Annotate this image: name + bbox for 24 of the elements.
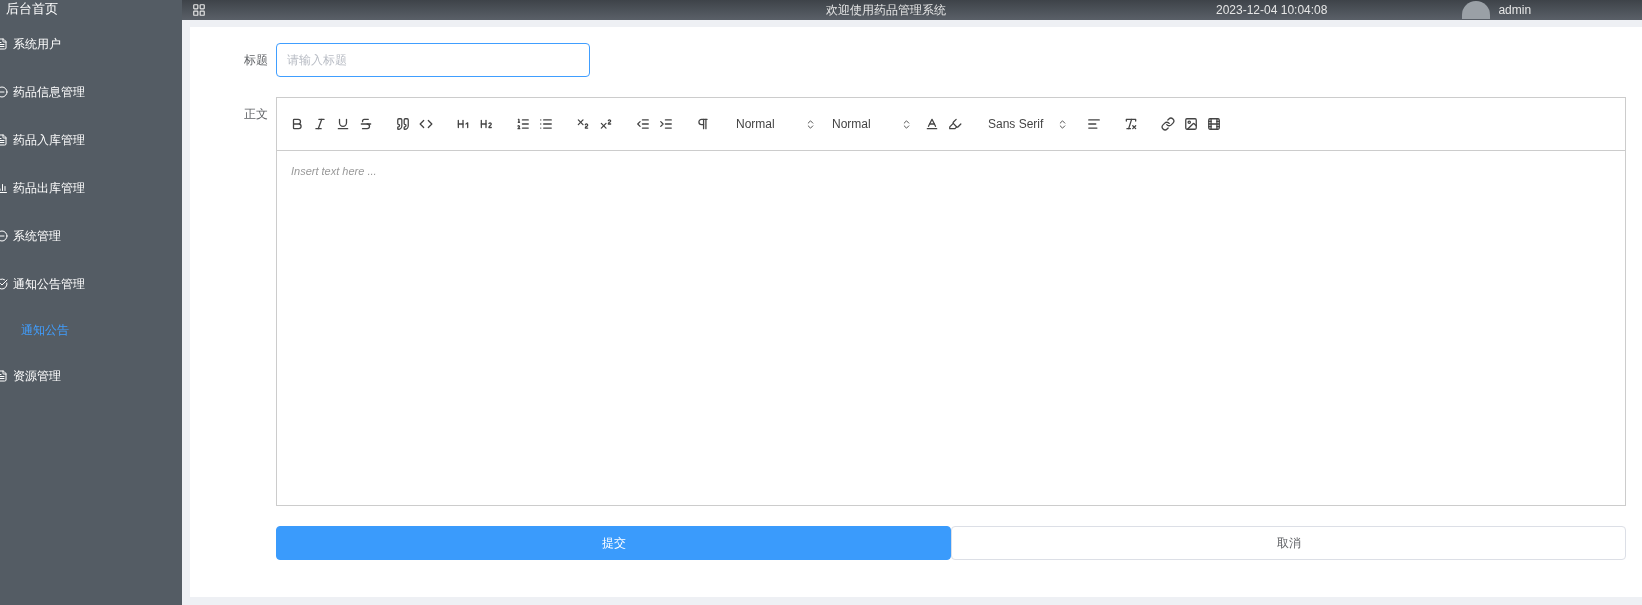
format-picker[interactable]: Normal [728,112,824,136]
welcome-text: 欢迎使用药品管理系统 [826,1,946,19]
title-input[interactable]: 请输入标题 [276,43,590,77]
chevrons-icon [901,118,912,130]
format-picker[interactable]: Normal [824,112,920,136]
sidebar-item[interactable]: 资源管理 [0,352,182,400]
sidebar-item[interactable]: 系统管理 [0,212,182,260]
date-time: 2023-12-04 10:04:08 [1216,3,1328,17]
chevrons-icon [1057,118,1068,130]
sidebar-item[interactable]: 药品入库管理 [0,116,182,164]
sidebar-item[interactable]: 药品信息管理 [0,68,182,116]
sidebar-item[interactable]: 系统用户 [0,20,182,68]
sidebar-item[interactable]: 药品出库管理 [0,164,182,212]
chevrons-icon [805,118,816,130]
cancel-button[interactable]: 取消 [951,526,1626,560]
layout-grid-icon[interactable] [192,3,206,17]
field-label: 标题 [243,52,269,69]
sidebar-title[interactable]: 后台首页 [0,0,182,20]
field-label: 正文 [243,106,269,123]
editor-placeholder: Insert text here ... [291,165,377,177]
user-name[interactable]: admin [1498,3,1532,17]
avatar[interactable] [1462,1,1491,19]
sidebar-item[interactable]: 通知公告管理 [0,260,182,308]
font-picker[interactable]: Sans Serif [980,112,1076,136]
